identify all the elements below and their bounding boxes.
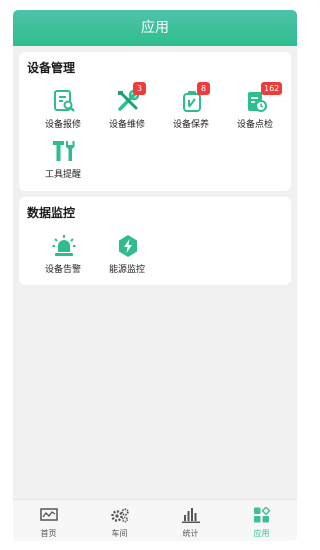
section-title: 数据监控 — [27, 206, 76, 220]
data-monitoring-card: 数据监控 设备告警 能源监控 — [19, 197, 291, 285]
tile-energy-monitor[interactable]: 能源监控 — [95, 234, 159, 284]
tab-statistics[interactable]: 统计 — [155, 500, 226, 541]
repair-report-icon — [54, 90, 75, 112]
device-management-card: 设备管理 设备报修 3 设备维修 8 设备保养 162 设备点检 工具提醒 — [19, 52, 291, 191]
badge-count: 3 — [133, 82, 146, 95]
tab-label: 首页 — [40, 529, 57, 538]
tile-repair-report[interactable]: 设备报修 — [31, 89, 95, 139]
app-screen: 应用 设备管理 设备报修 3 设备维修 8 设备保养 162 设备点检 工具提醒… — [13, 10, 297, 541]
gears-icon — [111, 508, 129, 523]
tile-label: 设备点检 — [236, 120, 273, 130]
page-title: 应用 — [13, 10, 297, 46]
tab-label: 应用 — [253, 529, 270, 538]
tile-label: 设备报修 — [44, 120, 81, 130]
energy-bolt-icon — [119, 235, 137, 257]
bottom-tab-bar: 首页 车间 统计 应用 — [13, 499, 297, 541]
tile-label: 设备保养 — [172, 120, 209, 130]
tab-home[interactable]: 首页 — [13, 500, 84, 541]
tile-label: 设备维修 — [108, 120, 145, 130]
tool-reminder-icon — [53, 141, 75, 161]
tab-workshop[interactable]: 车间 — [84, 500, 155, 541]
tab-apps[interactable]: 应用 — [226, 500, 297, 541]
tile-inspection[interactable]: 162 设备点检 — [223, 82, 287, 139]
tile-upkeep[interactable]: 8 设备保养 — [159, 82, 223, 139]
tile-maintenance[interactable]: 3 设备维修 — [95, 82, 159, 139]
tile-device-alarm[interactable]: 设备告警 — [31, 234, 95, 284]
tile-label: 设备告警 — [44, 265, 81, 275]
tile-label: 能源监控 — [108, 265, 145, 275]
apps-grid-icon — [254, 507, 271, 523]
tile-label: 工具提醒 — [44, 170, 81, 180]
alarm-siren-icon — [52, 235, 76, 256]
badge-count: 8 — [197, 82, 210, 95]
tile-tool-reminder[interactable]: 工具提醒 — [31, 139, 95, 189]
bar-stats-icon — [182, 508, 200, 523]
chart-home-icon — [40, 508, 58, 521]
tab-label: 统计 — [182, 529, 199, 538]
tab-label: 车间 — [111, 529, 128, 538]
section-title: 设备管理 — [27, 61, 76, 75]
badge-count: 162 — [261, 82, 283, 95]
